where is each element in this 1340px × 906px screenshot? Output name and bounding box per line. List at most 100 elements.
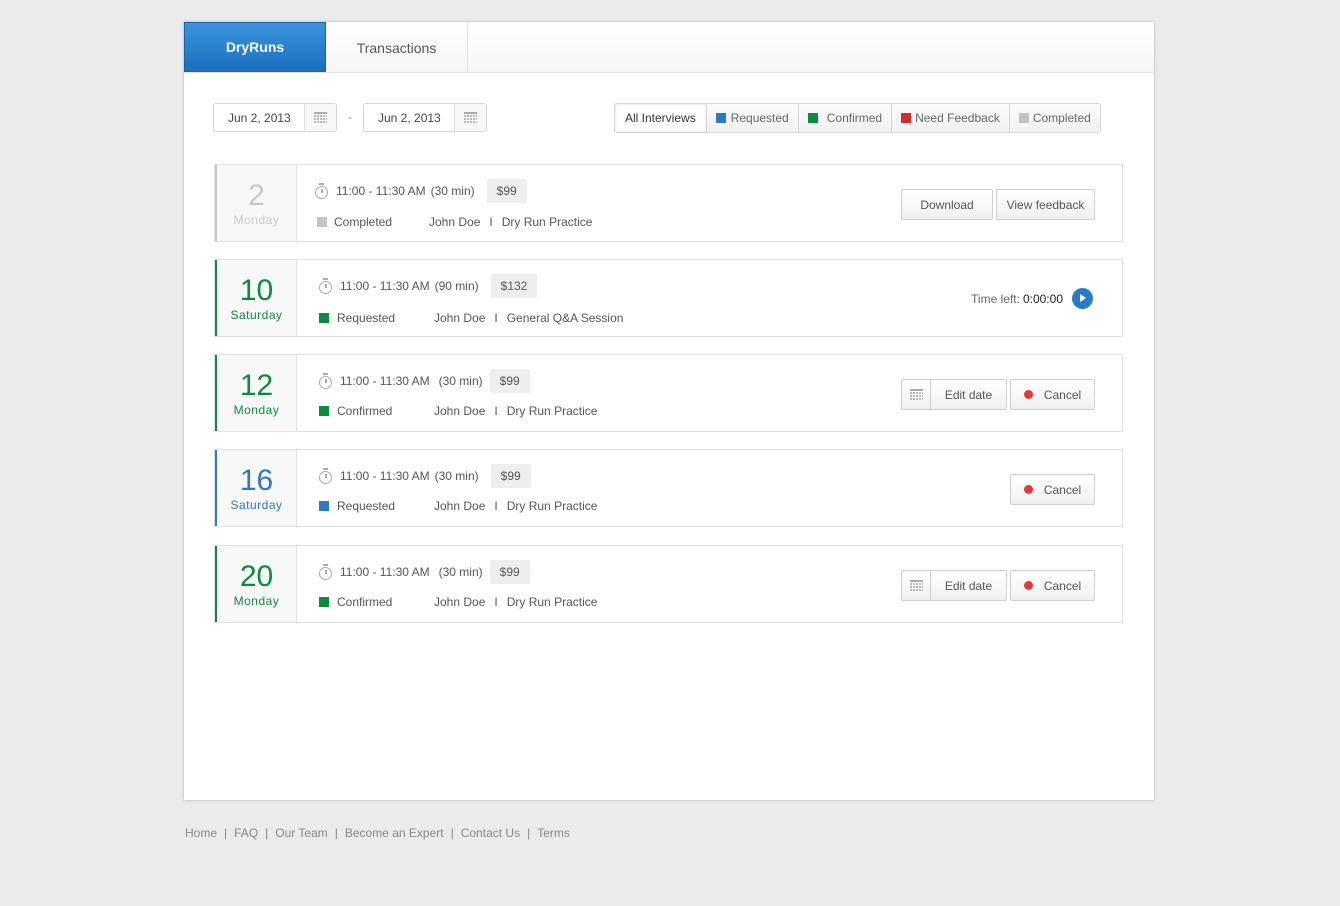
day-number: 10 bbox=[239, 273, 274, 307]
date-from-calendar-button[interactable] bbox=[304, 104, 336, 131]
red-dot-icon bbox=[1023, 581, 1033, 590]
date-to-field[interactable]: Jun 2, 2013 bbox=[363, 103, 487, 132]
day-number: 12 bbox=[239, 368, 274, 402]
status-square-icon bbox=[317, 217, 327, 227]
cancel-label: Cancel bbox=[1043, 387, 1082, 402]
price-badge: $99 bbox=[486, 179, 527, 203]
day-number: 20 bbox=[239, 559, 274, 593]
filter-requested[interactable]: Requested bbox=[707, 104, 799, 132]
download-button[interactable]: Download bbox=[901, 189, 993, 220]
filter-confirmed[interactable]: Confirmed bbox=[799, 104, 893, 132]
person-name: John Doe bbox=[434, 311, 486, 325]
details-row: Requested John Doe I Dry Run Practice bbox=[319, 499, 597, 513]
cancel-label: Cancel bbox=[1043, 578, 1082, 593]
tab-transactions[interactable]: Transactions bbox=[326, 22, 468, 72]
details-row: Completed John Doe I Dry Run Practice bbox=[317, 215, 592, 229]
person-name: John Doe bbox=[434, 404, 486, 418]
divider: I bbox=[494, 499, 498, 513]
status-label: Confirmed bbox=[337, 404, 393, 418]
footer-separator: | bbox=[527, 826, 531, 840]
edit-date-button[interactable]: Edit date bbox=[901, 570, 1007, 601]
interview-card: 20 Monday 11:00 - 11:30 AM (30 min) $99 … bbox=[214, 545, 1123, 623]
interview-card: 12 Monday 11:00 - 11:30 AM (30 min) $99 … bbox=[214, 354, 1123, 432]
cancel-button[interactable]: Cancel bbox=[1010, 570, 1095, 601]
calendar-icon bbox=[909, 389, 923, 400]
footer-link-contact-us[interactable]: Contact Us bbox=[461, 826, 520, 840]
cancel-button[interactable]: Cancel bbox=[1010, 379, 1095, 410]
time-row: 11:00 - 11:30 AM (30 min) $99 bbox=[319, 464, 531, 488]
time-row: 11:00 - 11:30 AM (30 min) $99 bbox=[315, 179, 527, 203]
time-left-label: Time left: bbox=[971, 291, 1020, 306]
day-name: Saturday bbox=[230, 497, 283, 512]
duration: (30 min) bbox=[434, 469, 479, 483]
time-row: 11:00 - 11:30 AM (30 min) $99 bbox=[319, 369, 530, 393]
person-name: John Doe bbox=[434, 499, 486, 513]
calendar-icon bbox=[464, 112, 477, 123]
time-range: 11:00 - 11:30 AM bbox=[336, 184, 426, 198]
date-from-field[interactable]: Jun 2, 2013 bbox=[213, 103, 337, 132]
calendar-icon bbox=[909, 580, 923, 591]
date-from-value[interactable]: Jun 2, 2013 bbox=[214, 104, 304, 131]
price-badge: $99 bbox=[490, 464, 531, 488]
time-row: 11:00 - 11:30 AM (30 min) $99 bbox=[319, 560, 530, 584]
details-row: Confirmed John Doe I Dry Run Practice bbox=[319, 404, 597, 418]
time-range: 11:00 - 11:30 AM bbox=[340, 565, 430, 579]
play-icon[interactable] bbox=[1072, 288, 1093, 309]
edit-date-button[interactable]: Edit date bbox=[901, 379, 1007, 410]
footer-separator: | bbox=[224, 826, 228, 840]
status-label: Completed bbox=[334, 215, 393, 229]
cancel-button[interactable]: Cancel bbox=[1010, 474, 1095, 505]
duration: (90 min) bbox=[434, 279, 479, 293]
date-to-value[interactable]: Jun 2, 2013 bbox=[364, 104, 454, 131]
footer-link-our-team[interactable]: Our Team bbox=[275, 826, 327, 840]
footer-link-home[interactable]: Home bbox=[185, 826, 217, 840]
stopwatch-icon bbox=[319, 277, 332, 294]
day-name: Monday bbox=[233, 593, 280, 608]
date-range-separator: - bbox=[348, 110, 352, 124]
time-row: 11:00 - 11:30 AM (90 min) $132 bbox=[319, 274, 538, 298]
filter-label: Completed bbox=[1032, 111, 1091, 125]
filter-need-feedback[interactable]: Need Feedback bbox=[892, 104, 1010, 132]
interview-card: 16 Saturday 11:00 - 11:30 AM (30 min) $9… bbox=[214, 449, 1123, 527]
duration: (30 min) bbox=[438, 565, 483, 579]
date-to-calendar-button[interactable] bbox=[454, 104, 486, 131]
red-dot-icon bbox=[1023, 390, 1033, 399]
topic: Dry Run Practice bbox=[501, 215, 593, 229]
day-number: 2 bbox=[248, 178, 265, 212]
footer-separator: | bbox=[450, 826, 454, 840]
duration: (30 min) bbox=[430, 184, 475, 198]
footer-links: Home | FAQ | Our Team | Become an Expert… bbox=[185, 826, 570, 840]
date-box: 12 Monday bbox=[215, 355, 297, 431]
stopwatch-icon bbox=[319, 563, 332, 580]
footer-link-become-expert[interactable]: Become an Expert bbox=[345, 826, 444, 840]
divider: I bbox=[494, 311, 498, 325]
footer-separator: | bbox=[334, 826, 338, 840]
date-box: 10 Saturday bbox=[215, 260, 297, 336]
footer-separator: | bbox=[265, 826, 269, 840]
filter-label: Requested bbox=[730, 111, 789, 125]
filter-all-interviews[interactable]: All Interviews bbox=[615, 104, 707, 132]
edit-date-label: Edit date bbox=[944, 387, 993, 402]
footer-link-terms[interactable]: Terms bbox=[537, 826, 570, 840]
status-square-icon bbox=[319, 501, 329, 511]
view-feedback-button[interactable]: View feedback bbox=[996, 189, 1095, 220]
tab-bar: DryRuns Transactions bbox=[184, 22, 1154, 73]
day-name: Monday bbox=[233, 212, 280, 227]
completed-square-icon bbox=[1018, 113, 1029, 123]
price-badge: $132 bbox=[490, 274, 538, 298]
footer-link-faq[interactable]: FAQ bbox=[234, 826, 258, 840]
status-label: Confirmed bbox=[337, 595, 393, 609]
details-row: Requested John Doe I General Q&A Session bbox=[319, 311, 623, 325]
tab-dryruns[interactable]: DryRuns bbox=[184, 22, 326, 72]
filter-completed[interactable]: Completed bbox=[1010, 104, 1100, 132]
divider: I bbox=[494, 404, 498, 418]
duration: (30 min) bbox=[438, 374, 483, 388]
interview-card: 2 Monday 11:00 - 11:30 AM (30 min) $99 C… bbox=[214, 164, 1123, 242]
filter-label: Confirmed bbox=[826, 111, 883, 125]
time-range: 11:00 - 11:30 AM bbox=[340, 469, 430, 483]
calendar-icon bbox=[314, 112, 327, 123]
edit-date-label: Edit date bbox=[944, 578, 993, 593]
stopwatch-icon bbox=[319, 372, 332, 389]
details-row: Confirmed John Doe I Dry Run Practice bbox=[319, 595, 597, 609]
filter-label: Need Feedback bbox=[915, 111, 1000, 125]
